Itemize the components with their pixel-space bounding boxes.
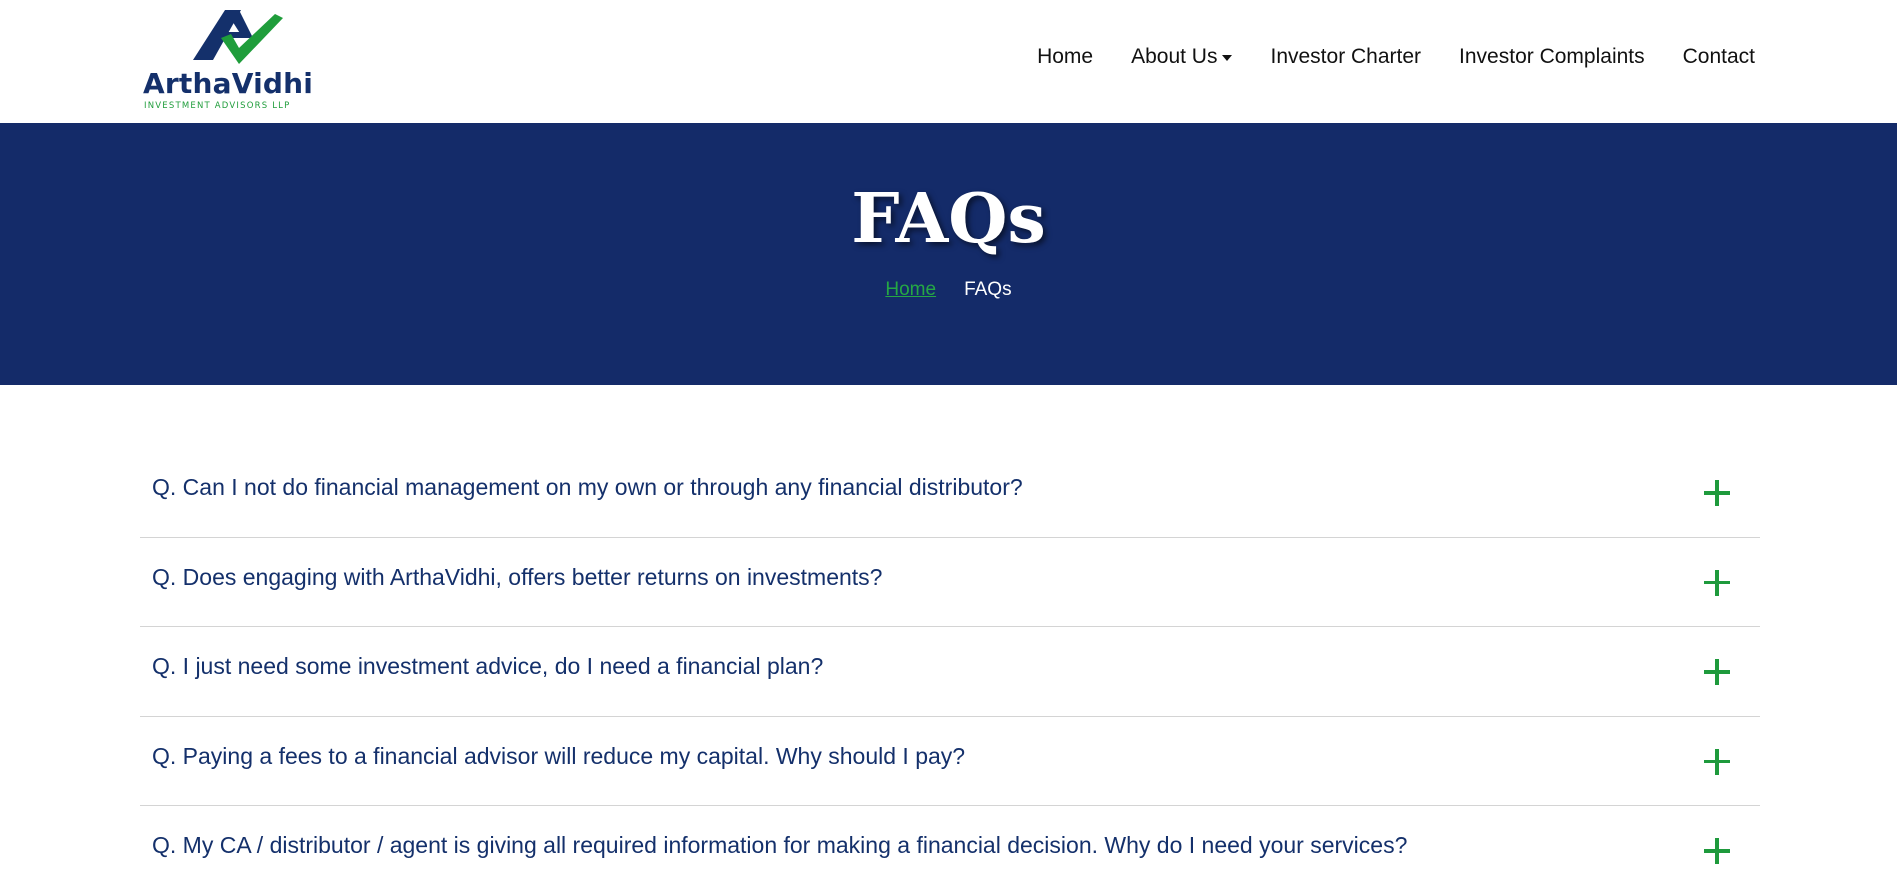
nav-home[interactable]: Home [1037, 46, 1093, 67]
plus-icon[interactable] [1704, 480, 1730, 506]
nav-about-us[interactable]: About Us [1131, 45, 1233, 68]
brand-logo[interactable]: ArthaVidhi INVESTMENT ADVISORS LLP [143, 8, 323, 116]
plus-icon[interactable] [1704, 838, 1730, 864]
faq-item[interactable]: Q. I just need some investment advice, d… [140, 627, 1760, 717]
faq-question: Q. Paying a fees to a financial advisor … [152, 742, 966, 769]
nav-home-label: Home [1037, 45, 1094, 68]
faq-item[interactable]: Q. Can I not do financial management on … [140, 448, 1760, 538]
breadcrumb: Home FAQs [0, 280, 1897, 299]
nav-about-us-label: About Us [1131, 45, 1218, 68]
main-nav: Home About Us Investor Charter Investor … [1037, 46, 1755, 67]
faq-item[interactable]: Q. Does engaging with ArthaVidhi, offers… [140, 538, 1760, 627]
brand-tagline: INVESTMENT ADVISORS LLP [144, 101, 291, 111]
faq-question: Q. Can I not do financial management on … [152, 474, 1023, 500]
page-title: FAQs [851, 179, 1046, 259]
nav-contact-label: Contact [1682, 45, 1755, 68]
nav-contact[interactable]: Contact [1683, 46, 1755, 67]
nav-investor-charter-label: Investor Charter [1270, 45, 1422, 68]
plus-icon[interactable] [1704, 659, 1730, 685]
nav-investor-complaints-label: Investor Complaints [1459, 45, 1645, 68]
site-header: ArthaVidhi INVESTMENT ADVISORS LLP Home … [0, 0, 1897, 123]
breadcrumb-current: FAQs [964, 279, 1012, 300]
page-banner: FAQs Home FAQs [0, 123, 1897, 385]
faq-list: Q. Can I not do financial management on … [140, 448, 1760, 896]
faq-question: Q. I just need some investment advice, d… [152, 653, 824, 679]
faq-item[interactable]: Q. Paying a fees to a financial advisor … [140, 717, 1760, 806]
faq-question: Q. My CA / distributor / agent is giving… [152, 832, 1408, 858]
logo-mark-icon [193, 10, 283, 64]
plus-icon[interactable] [1704, 748, 1730, 775]
breadcrumb-home-link[interactable]: Home [885, 280, 936, 299]
faq-question: Q. Does engaging with ArthaVidhi, offers… [152, 563, 883, 590]
brand-name: ArthaVidhi [143, 67, 314, 100]
faq-item[interactable]: Q. My CA / distributor / agent is giving… [140, 806, 1760, 896]
nav-investor-charter[interactable]: Investor Charter [1270, 46, 1421, 67]
nav-investor-complaints[interactable]: Investor Complaints [1459, 46, 1645, 67]
plus-icon[interactable] [1704, 569, 1730, 596]
caret-down-icon [1222, 54, 1233, 61]
